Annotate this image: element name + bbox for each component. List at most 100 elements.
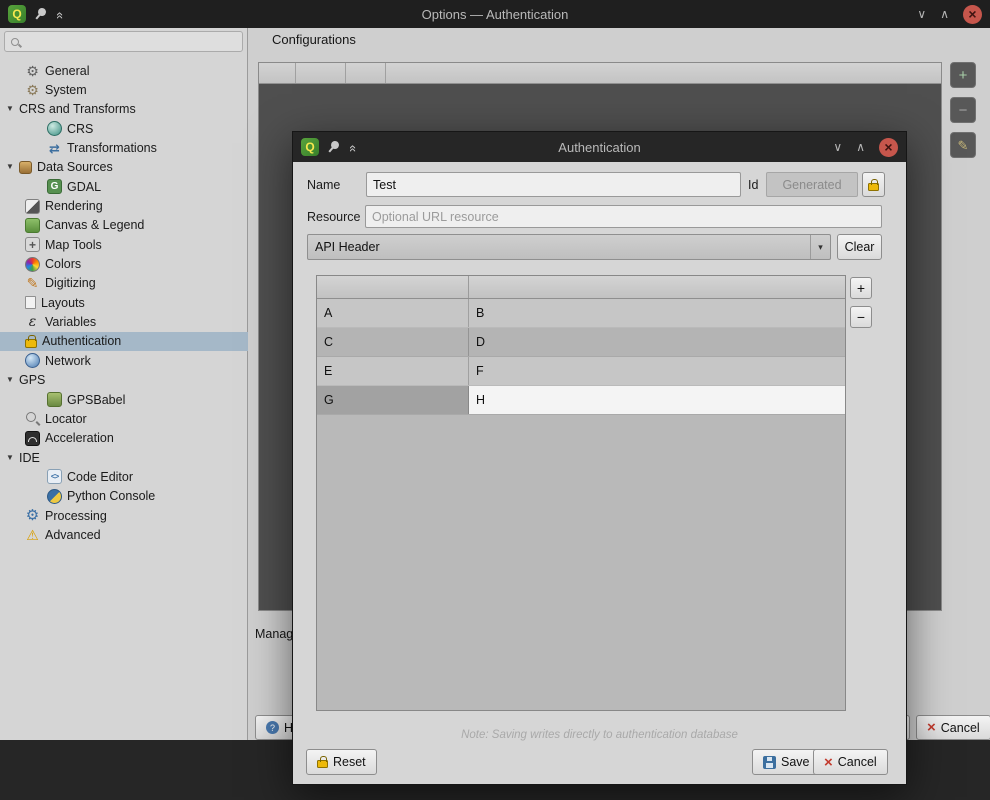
header-table-rows: A B C D E F G H	[317, 299, 845, 415]
collapse-icon[interactable]	[347, 144, 360, 149]
sidebar-item-advanced[interactable]: Advanced	[0, 525, 248, 544]
item-label: Locator	[45, 412, 87, 426]
pin-icon[interactable]	[36, 6, 47, 17]
search-input[interactable]	[24, 35, 236, 49]
item-label: Rendering	[45, 199, 103, 213]
sidebar-item-layouts[interactable]: Layouts	[0, 293, 248, 312]
item-label: GPSBabel	[67, 393, 125, 407]
sidebar-item-crs[interactable]: CRS	[0, 119, 248, 138]
sidebar-item-general[interactable]: General	[0, 61, 248, 80]
sidebar-item-data-sources[interactable]: Data Sources	[0, 158, 248, 177]
header-value-cell[interactable]: H	[469, 386, 845, 414]
header-table-row[interactable]: C D	[317, 328, 845, 357]
add-header-button[interactable]: +	[850, 277, 872, 299]
sidebar-item-map-tools[interactable]: Map Tools	[0, 235, 248, 254]
unshade-icon[interactable]	[856, 141, 865, 153]
sidebar-item-code-editor[interactable]: Code Editor	[0, 467, 248, 486]
configurations-table-header	[259, 63, 941, 84]
sidebar-item-canvas-legend[interactable]: Canvas & Legend	[0, 216, 248, 235]
sidebar-item-locator[interactable]: Locator	[0, 409, 248, 428]
expander-icon[interactable]	[6, 376, 19, 384]
sidebar-item-colors[interactable]: Colors	[0, 254, 248, 273]
header-key-cell[interactable]: A	[317, 299, 469, 327]
header-table-row[interactable]: A B	[317, 299, 845, 328]
expander-icon[interactable]	[6, 105, 19, 113]
item-icon	[25, 339, 37, 348]
item-icon	[25, 508, 40, 523]
collapse-icon[interactable]	[54, 11, 67, 16]
shade-icon[interactable]	[917, 8, 926, 20]
dialog-titlebar-left	[301, 138, 421, 156]
header-key-cell[interactable]: C	[317, 328, 469, 356]
sidebar-item-python-console[interactable]: Python Console	[0, 487, 248, 506]
sidebar-search[interactable]	[4, 31, 243, 52]
sidebar-item-gdal[interactable]: GDAL	[0, 177, 248, 196]
item-icon	[25, 276, 40, 291]
expander-icon[interactable]	[6, 454, 19, 462]
header-column[interactable]	[469, 276, 845, 298]
sidebar-item-gpsbabel[interactable]: GPSBabel	[0, 390, 248, 409]
sidebar-tree: General System CRS and Transforms CRS Tr…	[0, 61, 248, 545]
item-label: CRS	[67, 122, 93, 136]
sidebar-item-authentication[interactable]: Authentication	[0, 332, 248, 351]
dialog-titlebar-right	[778, 138, 898, 157]
reset-button-label: Reset	[333, 755, 366, 769]
id-lock-button[interactable]	[862, 172, 885, 197]
save-button[interactable]: Save	[752, 749, 821, 775]
sidebar-item-rendering[interactable]: Rendering	[0, 196, 248, 215]
sidebar-item-crs-and-transforms[interactable]: CRS and Transforms	[0, 100, 248, 119]
titlebar-right	[812, 5, 982, 24]
sidebar-item-processing[interactable]: Processing	[0, 506, 248, 525]
expander-icon[interactable]	[6, 163, 19, 171]
sidebar-item-network[interactable]: Network	[0, 351, 248, 370]
sidebar-item-gps[interactable]: GPS	[0, 371, 248, 390]
shade-icon[interactable]	[833, 141, 842, 153]
column-header[interactable]	[296, 63, 346, 83]
dialog-close-button[interactable]	[879, 138, 898, 157]
dialog-titlebar: Authentication	[293, 132, 906, 162]
column-header[interactable]	[259, 63, 296, 83]
config-button-remove-configuration[interactable]: −	[950, 97, 976, 123]
unshade-icon[interactable]	[940, 8, 949, 20]
close-button[interactable]	[963, 5, 982, 24]
dialog-cancel-button[interactable]: Cancel	[813, 749, 888, 775]
header-table[interactable]: A B C D E F G H	[316, 275, 846, 711]
id-label: Id	[748, 178, 758, 192]
name-input[interactable]	[366, 172, 741, 197]
cancel-x-icon	[927, 720, 936, 735]
header-value-cell[interactable]: B	[469, 299, 845, 327]
reset-button[interactable]: Reset	[306, 749, 377, 775]
config-button-add-configuration[interactable]: +	[950, 62, 976, 88]
manage-label: Manag	[255, 627, 293, 641]
resource-input[interactable]	[365, 205, 882, 228]
item-label: Layouts	[41, 296, 85, 310]
sidebar-item-transformations[interactable]: Transformations	[0, 138, 248, 157]
section-title: Configurations	[272, 32, 356, 47]
dialog-body: Name Id Generated Resource API Header Cl…	[293, 162, 906, 784]
header-key-cell[interactable]: E	[317, 357, 469, 385]
config-button-edit-configuration[interactable]: ✎	[950, 132, 976, 158]
header-column[interactable]	[317, 276, 469, 298]
method-select[interactable]: API Header	[307, 234, 831, 260]
remove-header-button[interactable]: −	[850, 306, 872, 328]
pin-icon[interactable]	[329, 139, 340, 150]
sidebar: General System CRS and Transforms CRS Tr…	[0, 28, 248, 740]
sidebar-item-digitizing[interactable]: Digitizing	[0, 274, 248, 293]
header-key-cell[interactable]: G	[317, 386, 469, 414]
sidebar-item-ide[interactable]: IDE	[0, 448, 248, 467]
cancel-button[interactable]: Cancel	[916, 715, 990, 740]
sidebar-item-variables[interactable]: Variables	[0, 312, 248, 331]
header-value-cell[interactable]: F	[469, 357, 845, 385]
clear-button[interactable]: Clear	[837, 234, 882, 260]
sidebar-item-system[interactable]: System	[0, 80, 248, 99]
dialog-title: Authentication	[421, 140, 778, 155]
column-header[interactable]	[346, 63, 386, 83]
sidebar-item-acceleration[interactable]: Acceleration	[0, 429, 248, 448]
item-icon	[25, 527, 40, 542]
header-value-cell[interactable]: D	[469, 328, 845, 356]
header-table-row[interactable]: E F	[317, 357, 845, 386]
titlebar-left	[8, 5, 178, 23]
column-header[interactable]	[386, 63, 941, 83]
item-icon	[47, 469, 62, 484]
header-table-row[interactable]: G H	[317, 386, 845, 415]
